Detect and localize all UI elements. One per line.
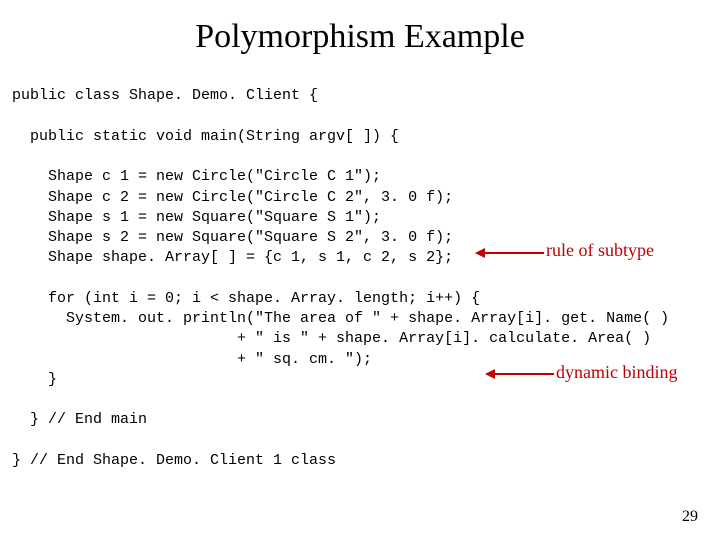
code-line: }	[12, 371, 57, 388]
code-line: System. out. println("The area of " + sh…	[12, 310, 669, 327]
code-line: Shape c 1 = new Circle("Circle C 1");	[12, 168, 381, 185]
code-block: public class Shape. Demo. Client { publi…	[0, 66, 720, 471]
code-line: Shape shape. Array[ ] = {c 1, s 1, c 2, …	[12, 249, 453, 266]
arrow-line-icon	[494, 373, 554, 375]
code-line: for (int i = 0; i < shape. Array. length…	[12, 290, 480, 307]
code-line: } // End Shape. Demo. Client 1 class	[12, 452, 336, 469]
arrow-line-icon	[484, 252, 544, 254]
code-line: public class Shape. Demo. Client {	[12, 87, 318, 104]
annotation-dynamic-binding: dynamic binding	[556, 362, 677, 383]
code-line: Shape c 2 = new Circle("Circle C 2", 3. …	[12, 189, 453, 206]
code-line: + " is " + shape. Array[i]. calculate. A…	[12, 330, 651, 347]
code-line: } // End main	[12, 411, 147, 428]
slide-title: Polymorphism Example	[0, 0, 720, 66]
code-line: + " sq. cm. ");	[12, 351, 372, 368]
code-line: Shape s 2 = new Square("Square S 2", 3. …	[12, 229, 453, 246]
code-line: Shape s 1 = new Square("Square S 1");	[12, 209, 381, 226]
page-number: 29	[682, 508, 698, 526]
slide: Polymorphism Example public class Shape.…	[0, 0, 720, 540]
code-line: public static void main(String argv[ ]) …	[12, 128, 399, 145]
annotation-rule-of-subtype: rule of subtype	[546, 240, 654, 261]
